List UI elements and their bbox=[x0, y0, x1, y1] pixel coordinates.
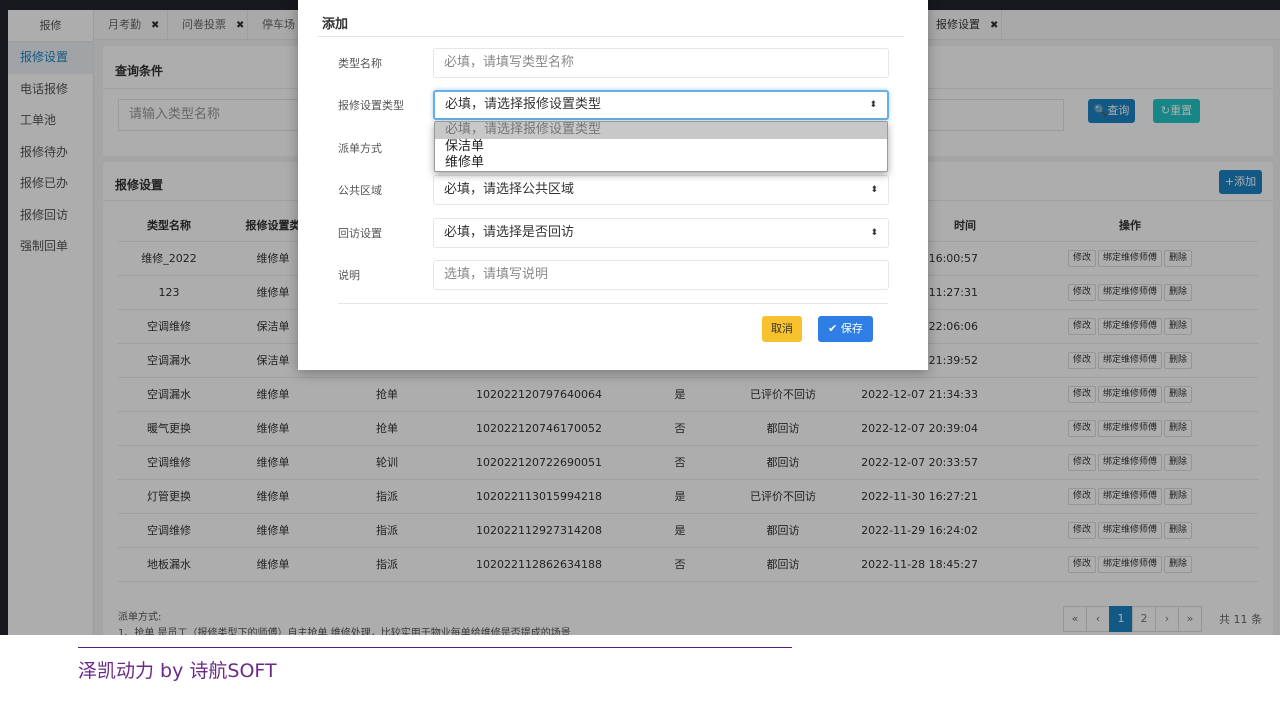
check-icon: ✔ bbox=[828, 322, 838, 335]
select-caret-icon: ⬍ bbox=[870, 185, 878, 195]
cancel-button[interactable]: 取消 bbox=[762, 316, 802, 342]
divider bbox=[338, 303, 888, 304]
setting-type-value: 必填，请选择报修设置类型 bbox=[445, 97, 602, 112]
select-caret-icon: ⬍ bbox=[869, 100, 877, 110]
revisit-setting-select[interactable]: 必填，请选择是否回访 ⬍ bbox=[433, 218, 889, 248]
save-button[interactable]: ✔ 保存 bbox=[818, 316, 873, 342]
field-label-type-name: 类型名称 bbox=[338, 57, 382, 70]
description-input[interactable]: 选填，请填写说明 bbox=[433, 260, 889, 290]
add-dialog: 添加 类型名称 必填，请填写类型名称 报修设置类型 必填，请选择报修设置类型 ⬍ … bbox=[298, 0, 928, 370]
select-caret-icon: ⬍ bbox=[870, 228, 878, 238]
save-button-label: 保存 bbox=[840, 322, 863, 335]
setting-type-select[interactable]: 必填，请选择报修设置类型 ⬍ bbox=[433, 90, 889, 120]
field-label-revisit-setting: 回访设置 bbox=[338, 227, 382, 240]
dialog-title: 添加 bbox=[322, 17, 349, 32]
public-area-value: 必填，请选择公共区域 bbox=[444, 182, 575, 197]
setting-type-dropdown: 必填，请选择报修设置类型 保洁单 维修单 bbox=[434, 121, 888, 172]
dropdown-option[interactable]: 维修单 bbox=[435, 155, 887, 172]
type-name-input[interactable]: 必填，请填写类型名称 bbox=[433, 48, 889, 78]
public-area-select[interactable]: 必填，请选择公共区域 ⬍ bbox=[433, 175, 889, 205]
revisit-setting-value: 必填，请选择是否回访 bbox=[444, 225, 575, 240]
field-label-dispatch-method: 派单方式 bbox=[338, 142, 382, 155]
dropdown-option[interactable]: 必填，请选择报修设置类型 bbox=[435, 122, 887, 139]
footer-divider bbox=[78, 647, 792, 648]
field-label-setting-type: 报修设置类型 bbox=[338, 99, 404, 112]
field-label-description: 说明 bbox=[338, 269, 360, 282]
field-label-public-area: 公共区域 bbox=[338, 184, 382, 197]
divider bbox=[318, 36, 904, 37]
dropdown-option[interactable]: 保洁单 bbox=[435, 139, 887, 156]
footer-credit: 泽凯动力 by 诗航SOFT bbox=[78, 660, 277, 682]
